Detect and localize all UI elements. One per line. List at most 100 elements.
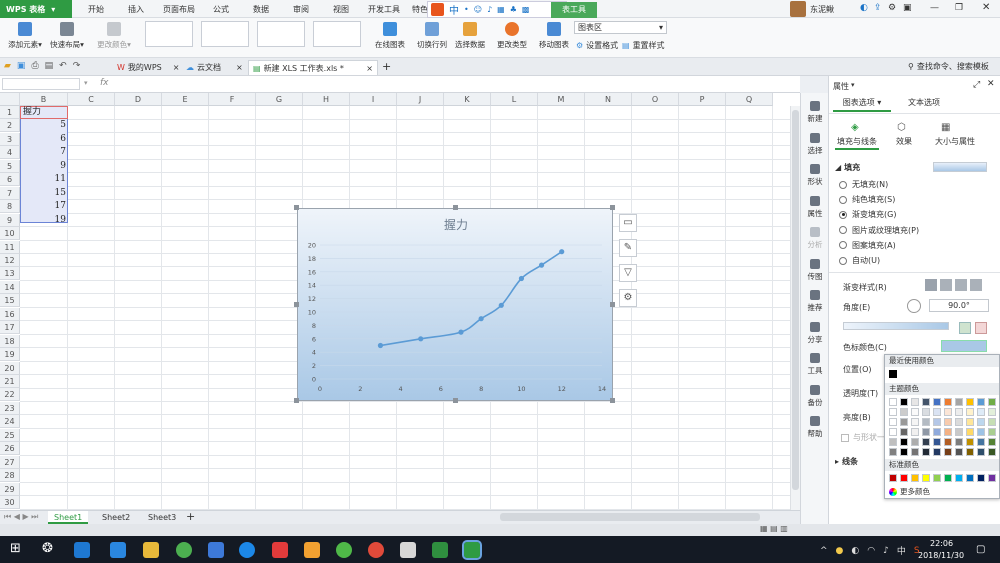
resize-handle-right[interactable]	[610, 302, 615, 307]
theme-color-swatch[interactable]	[977, 428, 985, 436]
cell-b2[interactable]: 5	[22, 119, 66, 132]
gradient-rect-icon[interactable]	[955, 279, 967, 291]
theme-color-swatch[interactable]	[922, 438, 930, 446]
close-icon[interactable]: ×	[366, 64, 373, 73]
theme-color-swatch[interactable]	[933, 398, 941, 406]
clock-date[interactable]: 2018/11/30	[918, 551, 964, 560]
maximize-icon[interactable]: ❐	[955, 3, 963, 13]
menu-insert[interactable]: 插入	[128, 4, 144, 15]
theme-color-swatch[interactable]	[944, 438, 952, 446]
print-preview-icon[interactable]: ▤	[45, 61, 54, 71]
chart-object[interactable]: 握力 0 2 4 6 8 10 12 14 16 18 20 0 2 4 6 8 10 12 14	[297, 208, 613, 401]
column-header-f[interactable]: F	[209, 93, 256, 106]
cell-b4[interactable]: 7	[22, 146, 66, 159]
side-tool-8[interactable]: 工具	[801, 353, 829, 376]
theme-color-swatch[interactable]	[889, 398, 897, 406]
column-header-g[interactable]: G	[256, 93, 303, 106]
side-tool-0[interactable]: 新建	[801, 101, 829, 124]
standard-color-swatch[interactable]	[988, 474, 996, 482]
data-point[interactable]	[518, 275, 525, 282]
gradient-radial-icon[interactable]	[940, 279, 952, 291]
calculator-icon[interactable]	[400, 542, 416, 558]
row-header-25[interactable]: 25	[0, 428, 20, 442]
theme-color-swatch[interactable]	[988, 408, 996, 416]
fill-option-5[interactable]: 自动(U)	[839, 255, 880, 266]
side-tool-4[interactable]: 分析	[801, 227, 829, 250]
theme-color-swatch[interactable]	[955, 428, 963, 436]
row-header-26[interactable]: 26	[0, 442, 20, 456]
cell-b9[interactable]: 19	[22, 214, 66, 227]
data-point[interactable]	[418, 336, 424, 342]
reset-style-button[interactable]: ▤ 重置样式	[622, 40, 665, 51]
row-header-7[interactable]: 7	[0, 186, 20, 200]
skin-switch-icon[interactable]: ▣	[903, 3, 912, 13]
theme-color-swatch[interactable]	[933, 428, 941, 436]
column-header-b[interactable]: B	[20, 93, 68, 106]
close-icon[interactable]: ✕	[987, 79, 995, 89]
standard-color-swatch[interactable]	[944, 474, 952, 482]
tab-chart-tools[interactable]: 表工具	[551, 2, 597, 18]
undo-icon[interactable]: ↶	[59, 61, 67, 71]
move-chart-button[interactable]: 移动图表	[536, 22, 572, 50]
clock-time[interactable]: 22:06	[930, 539, 953, 548]
side-tool-1[interactable]: 选择	[801, 132, 829, 156]
theme-color-swatch[interactable]	[889, 408, 897, 416]
wps-sheets-taskbar-icon[interactable]	[462, 540, 482, 560]
row-header-6[interactable]: 6	[0, 173, 20, 187]
side-tool-6[interactable]: 推荐	[801, 290, 829, 313]
chart-elements-icon[interactable]: ▭	[619, 214, 637, 232]
fill-option-0[interactable]: 无填充(N)	[839, 179, 888, 190]
tray-ime-icon[interactable]: 中	[897, 544, 906, 557]
tab-my-wps[interactable]: W 我的WPS ×	[113, 60, 183, 75]
open-folder-icon[interactable]: ▰	[4, 61, 11, 71]
resize-handle-bl[interactable]	[294, 398, 299, 403]
theme-color-swatch[interactable]	[911, 448, 919, 456]
print-icon[interactable]: ⎙	[31, 61, 38, 71]
theme-color-swatch[interactable]	[889, 428, 897, 436]
360-safe-icon[interactable]	[336, 542, 352, 558]
menu-view[interactable]: 视图	[333, 4, 349, 15]
menu-review[interactable]: 审阅	[293, 4, 309, 15]
row-header-11[interactable]: 11	[0, 240, 20, 254]
row-header-30[interactable]: 30	[0, 496, 20, 510]
more-colors-button[interactable]: 更多颜色	[889, 486, 930, 497]
resize-handle-top[interactable]	[453, 205, 458, 210]
standard-color-swatch[interactable]	[922, 474, 930, 482]
theme-color-swatch[interactable]	[933, 448, 941, 456]
theme-color-swatch[interactable]	[988, 398, 996, 406]
subtab-effect[interactable]: 效果	[889, 136, 919, 147]
angle-dial[interactable]	[907, 299, 921, 313]
theme-color-swatch[interactable]	[966, 438, 974, 446]
row-header-9[interactable]: 9	[0, 213, 20, 227]
theme-color-swatch[interactable]	[889, 418, 897, 426]
chart-title[interactable]: 握力	[444, 217, 468, 232]
chuangzao-icon[interactable]	[272, 542, 288, 558]
horizontal-scrollbar[interactable]	[500, 513, 760, 521]
theme-color-swatch[interactable]	[966, 418, 974, 426]
row-header-15[interactable]: 15	[0, 294, 20, 308]
chart-style-thumb-3[interactable]	[257, 21, 305, 47]
theme-color-swatch[interactable]	[977, 438, 985, 446]
tray-network-icon[interactable]: ◐	[851, 546, 859, 556]
theme-color-swatch[interactable]	[988, 428, 996, 436]
edge-icon[interactable]	[74, 542, 90, 558]
theme-color-swatch[interactable]	[977, 448, 985, 456]
chart-style-thumb-1[interactable]	[145, 21, 193, 47]
theme-color-swatch[interactable]	[944, 428, 952, 436]
theme-color-swatch[interactable]	[911, 428, 919, 436]
user-name[interactable]: 东泥鳅	[810, 4, 834, 15]
resize-handle-left[interactable]	[294, 302, 299, 307]
theme-color-swatch[interactable]	[944, 408, 952, 416]
theme-color-swatch[interactable]	[944, 418, 952, 426]
ime-toolbar[interactable]: 中 • ☺ ♪ ▦ ♣ ▩	[427, 1, 567, 18]
data-point[interactable]	[538, 262, 545, 268]
windows-start-icon[interactable]: ⊞	[10, 541, 21, 556]
menu-special[interactable]: 特色	[412, 4, 428, 15]
command-search[interactable]: ⚲ 查找命令、搜索模板	[908, 61, 989, 72]
add-sheet-icon[interactable]: +	[186, 510, 195, 523]
side-tool-5[interactable]: 传图	[801, 258, 829, 282]
cell-b3[interactable]: 6	[22, 133, 66, 146]
change-type-button[interactable]: 更改类型	[494, 22, 530, 50]
theme-color-swatch[interactable]	[944, 448, 952, 456]
sheet-tab-3[interactable]: Sheet3	[142, 511, 182, 524]
